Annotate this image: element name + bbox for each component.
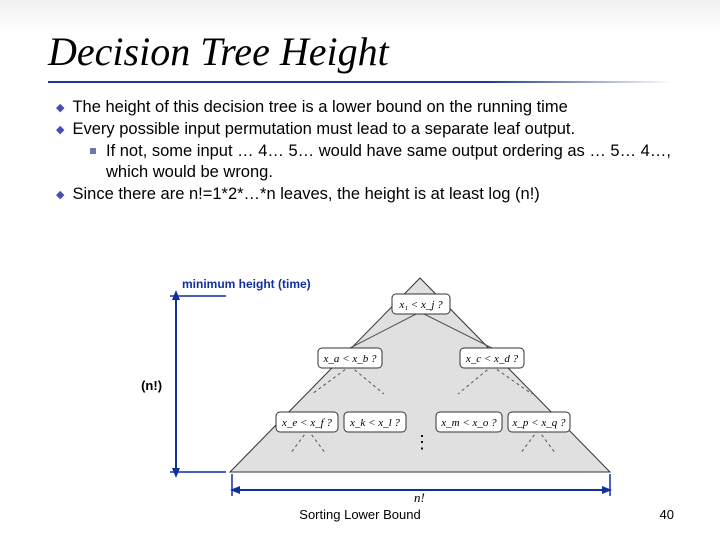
- min-height-label: minimum height (time): [182, 277, 311, 291]
- svg-text:x₁ < x_j ?: x₁ < x_j ?: [398, 299, 443, 311]
- svg-text:x_e < x_f ?: x_e < x_f ?: [281, 417, 332, 429]
- square-icon: [90, 148, 96, 154]
- tree-node: x_e < x_f ?: [276, 412, 338, 432]
- bullet-text: The height of this decision tree is a lo…: [72, 97, 672, 118]
- width-formula: n!: [414, 490, 425, 502]
- svg-text:⋮: ⋮: [413, 432, 431, 452]
- decision-tree-svg: minimum height (time) log (n!) n! x₁ < x…: [140, 272, 620, 502]
- bullet-item: ◆ Since there are n!=1*2*…*n leaves, the…: [56, 184, 672, 205]
- tree-node: x_c < x_d ?: [460, 348, 524, 368]
- page-number: 40: [660, 507, 674, 522]
- slide-title: Decision Tree Height: [48, 28, 672, 75]
- bullet-item: ◆ Every possible input permutation must …: [56, 119, 672, 140]
- tree-node: x_k < x_l ?: [344, 412, 406, 432]
- footer-center: Sorting Lower Bound: [0, 507, 720, 522]
- diamond-icon: ◆: [56, 123, 64, 137]
- bullet-list: ◆ The height of this decision tree is a …: [56, 97, 672, 206]
- diamond-icon: ◆: [56, 101, 64, 115]
- tree-node: x_p < x_q ?: [508, 412, 570, 432]
- bullet-text: If not, some input … 4… 5… would have sa…: [106, 141, 672, 183]
- tree-node: x_a < x_b ?: [318, 348, 382, 368]
- svg-text:x_k < x_l ?: x_k < x_l ?: [349, 417, 400, 429]
- title-underline: [48, 81, 672, 83]
- height-formula: log (n!): [140, 378, 162, 393]
- decision-tree-figure: minimum height (time) log (n!) n! x₁ < x…: [140, 272, 620, 502]
- svg-text:x_m < x_o ?: x_m < x_o ?: [440, 417, 497, 429]
- tree-node: x_m < x_o ?: [436, 412, 502, 432]
- bullet-text: Since there are n!=1*2*…*n leaves, the h…: [72, 184, 672, 205]
- diamond-icon: ◆: [56, 188, 64, 202]
- tree-node-root: x₁ < x_j ?: [392, 294, 450, 314]
- svg-text:x_p < x_q ?: x_p < x_q ?: [512, 417, 566, 429]
- top-shadow: [0, 0, 720, 32]
- bullet-text: Every possible input permutation must le…: [72, 119, 672, 140]
- bullet-item: ◆ The height of this decision tree is a …: [56, 97, 672, 118]
- svg-text:x_a < x_b ?: x_a < x_b ?: [323, 353, 377, 365]
- svg-text:x_c < x_d ?: x_c < x_d ?: [465, 353, 519, 365]
- sub-bullet-item: If not, some input … 4… 5… would have sa…: [90, 141, 672, 183]
